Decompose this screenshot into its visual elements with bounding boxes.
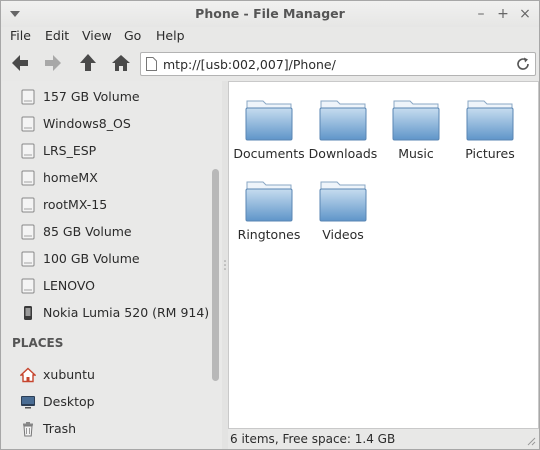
folder-name: Music [398,146,434,161]
sidebar-scrollbar[interactable] [210,81,220,449]
drive-icon [21,251,35,267]
menu-help[interactable]: Help [156,28,185,43]
folder-icon [392,100,440,141]
sidebar-item-trash[interactable]: Trash [2,417,207,441]
maximize-button[interactable]: + [494,5,512,23]
parent-folder-icon[interactable] [77,52,99,74]
home-icon [20,367,36,383]
minimize-button[interactable]: – [472,5,490,23]
sidebar-item-100gb-volume[interactable]: 100 GB Volume [2,247,207,271]
desktop-icon [21,396,35,409]
drive-icon [21,170,35,186]
drive-icon [21,143,35,159]
folder-item-ringtones[interactable]: Ringtones [230,163,308,243]
sidebar-item-157gb-volume[interactable]: 157 GB Volume [2,85,207,109]
sidebar-item-label: 85 GB Volume [43,224,132,239]
sidebar-item-xubuntu[interactable]: xubuntu [2,363,207,387]
sidebar-item-label: Trash [43,421,77,436]
window-title: Phone - File Manager [195,6,345,21]
sidebar-item-label: xubuntu [43,367,95,382]
menu-file[interactable]: File [10,28,31,43]
folder-item-documents[interactable]: Documents [230,82,308,162]
location-input[interactable] [163,55,503,73]
drive-icon [21,278,35,294]
sidebar-item-rootmx-15[interactable]: rootMX-15 [2,193,207,217]
sidebar-item-nokia-lumia[interactable]: Nokia Lumia 520 (RM 914) [2,301,210,325]
location-bar[interactable] [140,52,536,76]
trash-icon [23,422,33,437]
folder-item-pictures[interactable]: Pictures [451,82,529,162]
sidebar-item-label: rootMX-15 [43,197,108,212]
folder-name: Documents [233,146,305,161]
sidebar-item-label: Nokia Lumia 520 (RM 914) [43,305,210,320]
sidebar-item-lenovo[interactable]: LENOVO [2,274,207,298]
menubar: File Edit View Go Help [1,27,539,47]
reload-icon[interactable] [515,56,531,72]
menu-go[interactable]: Go [124,28,141,43]
resize-grip-icon[interactable] [526,436,536,446]
titlebar[interactable]: Phone - File Manager – + × [1,1,539,27]
file-view[interactable]: Documents Downloads Music Pictures Ringt… [228,81,539,429]
sidebar-item-label: 100 GB Volume [43,251,140,266]
drive-icon [21,197,35,213]
forward-arrow-icon[interactable] [42,52,64,74]
sidebar-item-label: 157 GB Volume [43,89,140,104]
folder-name: Pictures [465,146,515,161]
status-text: 6 items, Free space: 1.4 GB [230,432,396,446]
status-bar: 6 items, Free space: 1.4 GB [228,429,539,449]
home-icon[interactable] [110,52,132,74]
folder-item-videos[interactable]: Videos [304,163,382,243]
scrollbar-thumb[interactable] [212,169,219,381]
sidebar-item-label: LENOVO [43,278,96,293]
folder-item-downloads[interactable]: Downloads [304,82,382,162]
sidebar-item-label: Desktop [43,394,95,409]
folder-name: Videos [322,227,364,242]
close-button[interactable]: × [516,5,534,23]
folder-item-music[interactable]: Music [377,82,455,162]
phone-icon [24,306,32,320]
folder-name: Downloads [308,146,378,161]
toolbar [1,48,539,80]
sidebar-item-label: homeMX [43,170,98,185]
sidebar-item-desktop[interactable]: Desktop [2,390,207,414]
folder-icon [319,100,367,141]
places-header: PLACES [12,336,64,350]
sidebar-item-windows8-os[interactable]: Windows8_OS [2,112,207,136]
folder-icon [245,181,293,222]
file-manager-window: Phone - File Manager – + × File Edit Vie… [0,0,540,450]
folder-icon [466,100,514,141]
menu-view[interactable]: View [82,28,112,43]
sidebar-item-85gb-volume[interactable]: 85 GB Volume [2,220,207,244]
folder-icon [245,100,293,141]
sidebar-item-homemx[interactable]: homeMX [2,166,207,190]
document-icon [146,57,157,71]
drive-icon [21,116,35,132]
sidebar-item-lrs-esp[interactable]: LRS_ESP [2,139,207,163]
drive-icon [21,224,35,240]
sidebar: 157 GB Volume Windows8_OS LRS_ESP homeMX… [2,81,222,449]
folder-name: Ringtones [237,227,301,242]
drive-icon [21,89,35,105]
sidebar-item-label: LRS_ESP [43,143,97,158]
grip-icon [224,260,226,270]
sidebar-item-label: Windows8_OS [43,116,131,131]
menu-edit[interactable]: Edit [45,28,69,43]
back-arrow-icon[interactable] [9,52,31,74]
folder-icon [319,181,367,222]
